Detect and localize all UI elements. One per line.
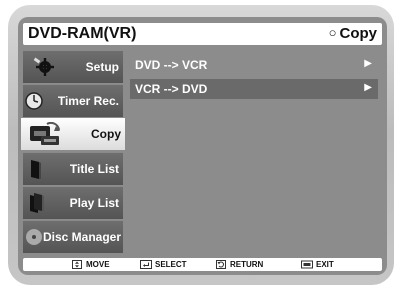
button-guide-bar: MOVE SELECT RETURN EXIT bbox=[23, 258, 382, 271]
guide-move-label: MOVE bbox=[86, 260, 110, 269]
sidebar-item-title-list[interactable]: Title List bbox=[23, 152, 123, 185]
osd-screen: DVD-RAM(VR) ○ Copy Setup Timer Rec. Copy… bbox=[18, 17, 387, 275]
sidebar-item-disc-manager[interactable]: Disc Manager bbox=[23, 220, 123, 253]
sidebar-item-label: Timer Rec. bbox=[57, 94, 119, 108]
enter-button-icon bbox=[140, 260, 152, 269]
updown-arrows-icon bbox=[71, 260, 83, 269]
sidebar-item-label: Copy bbox=[91, 127, 121, 141]
guide-return-label: RETURN bbox=[230, 260, 264, 269]
menu-item-label: VCR --> DVD bbox=[135, 82, 208, 96]
clock-icon bbox=[25, 92, 43, 110]
guide-exit: EXIT bbox=[301, 258, 334, 271]
menu-item-dvd-to-vcr[interactable]: DVD --> VCR ▶ bbox=[130, 55, 378, 75]
current-mode-indicator: ○ Copy bbox=[329, 25, 377, 42]
sidebar-item-label: Disc Manager bbox=[42, 230, 121, 244]
right-arrow-icon: ▶ bbox=[364, 58, 372, 69]
title-bar: DVD-RAM(VR) ○ Copy bbox=[23, 23, 382, 45]
play-list-icon bbox=[30, 193, 44, 213]
current-mode-label: Copy bbox=[339, 25, 378, 42]
return-icon bbox=[215, 260, 227, 269]
menu-item-vcr-to-dvd[interactable]: VCR --> DVD ▶ bbox=[130, 79, 378, 99]
circle-icon: ○ bbox=[328, 25, 337, 40]
disc-type-title: DVD-RAM(VR) bbox=[28, 25, 137, 42]
sidebar-item-play-list[interactable]: Play List bbox=[23, 186, 123, 219]
sidebar-item-setup[interactable]: Setup bbox=[23, 50, 123, 83]
copy-cassette-icon bbox=[30, 122, 60, 145]
guide-return: RETURN bbox=[215, 258, 263, 271]
sidebar-menu: Setup Timer Rec. Copy Title List Play Li… bbox=[21, 50, 125, 253]
sidebar-item-timer-rec[interactable]: Timer Rec. bbox=[23, 84, 123, 117]
guide-select: SELECT bbox=[140, 258, 187, 271]
menu-item-label: DVD --> VCR bbox=[135, 58, 208, 72]
copy-options-menu: DVD --> VCR ▶ VCR --> DVD ▶ bbox=[130, 55, 378, 103]
sidebar-item-label: Setup bbox=[85, 60, 119, 74]
menu-button-icon bbox=[301, 260, 313, 269]
wrench-gear-icon bbox=[33, 57, 54, 76]
title-list-icon bbox=[31, 160, 41, 179]
sidebar-item-label: Title List bbox=[69, 162, 119, 176]
guide-select-label: SELECT bbox=[155, 260, 187, 269]
guide-exit-label: EXIT bbox=[316, 260, 334, 269]
guide-move: MOVE bbox=[71, 258, 110, 271]
sidebar-item-copy[interactable]: Copy bbox=[21, 118, 125, 150]
sidebar-item-label: Play List bbox=[69, 196, 119, 210]
right-arrow-icon: ▶ bbox=[364, 82, 372, 93]
